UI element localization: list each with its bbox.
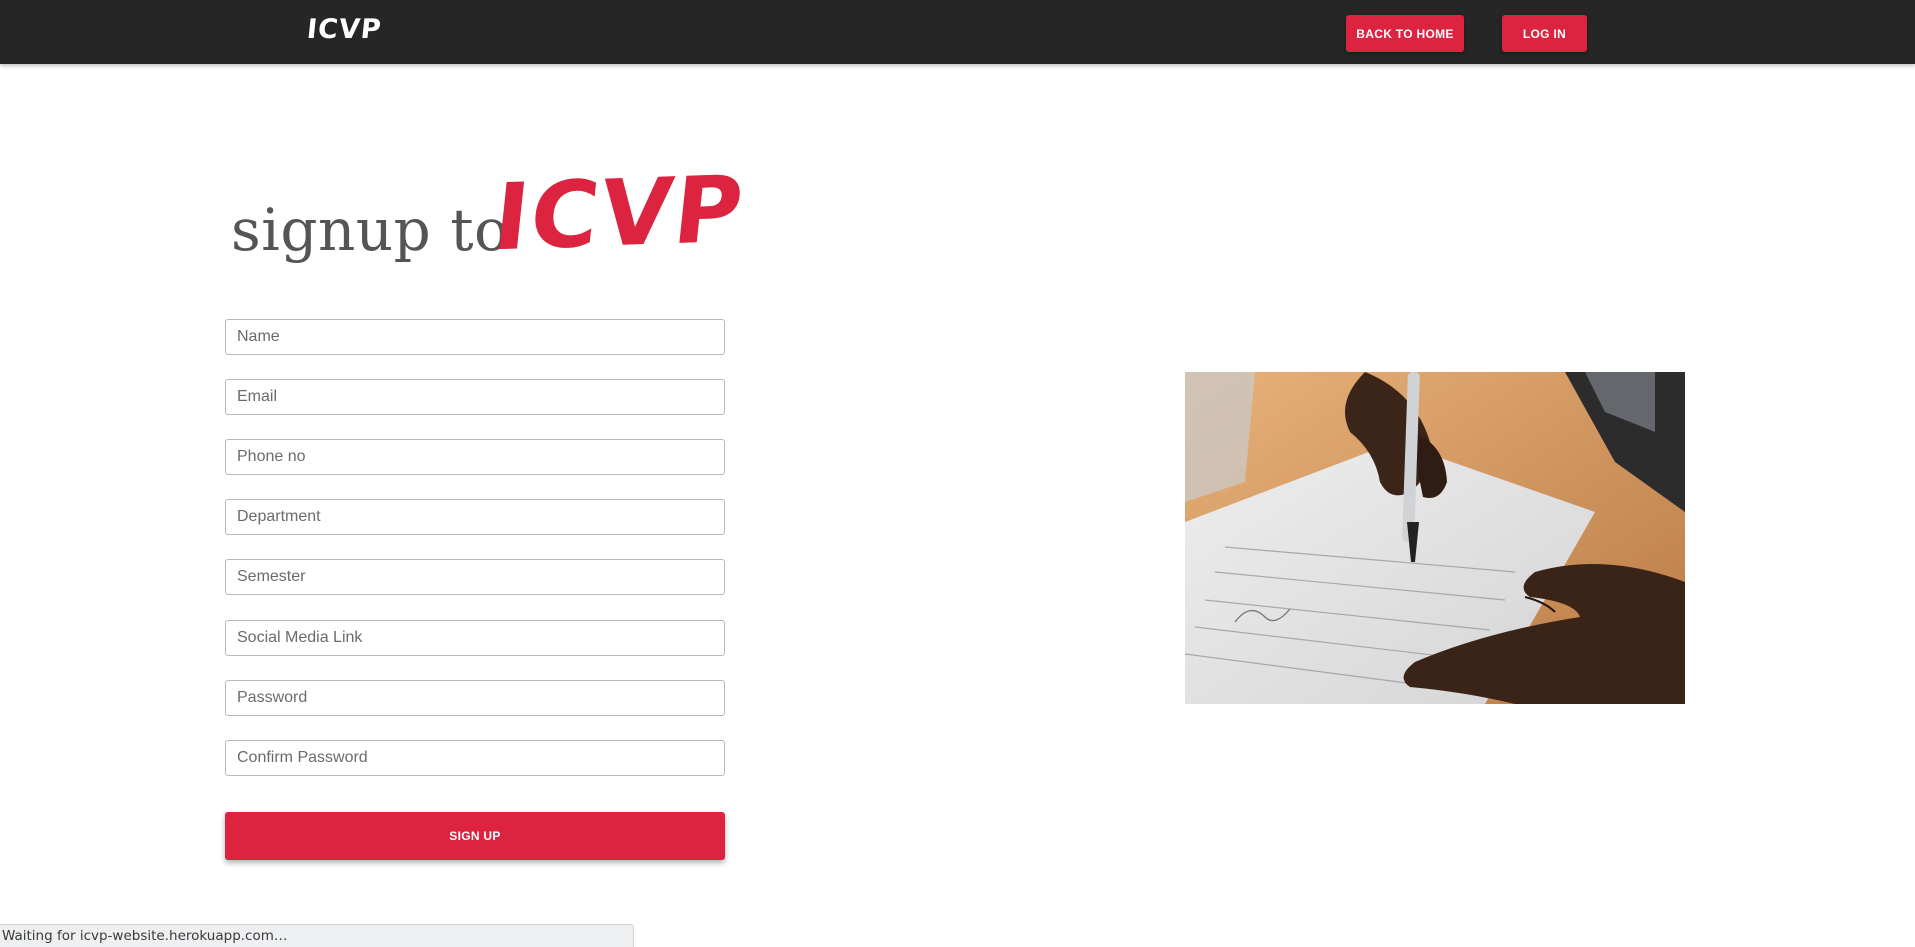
top-navbar: ICVP BACK TO HOME LOG IN <box>0 0 1915 64</box>
name-input[interactable] <box>225 319 725 355</box>
page-title-prefix: signup to <box>231 196 510 264</box>
semester-input[interactable] <box>225 559 725 595</box>
social-media-link-input[interactable] <box>225 620 725 656</box>
sign-up-button[interactable]: SIGN UP <box>225 812 725 860</box>
department-input[interactable] <box>225 499 725 535</box>
document-signing-illustration <box>1185 372 1685 704</box>
browser-status-bar: Waiting for icvp-website.herokuapp.com… <box>0 924 634 947</box>
log-in-button[interactable]: LOG IN <box>1502 15 1587 52</box>
navbar-logo[interactable]: ICVP <box>305 14 383 45</box>
document-signing-photo <box>1185 372 1685 704</box>
phone-input[interactable] <box>225 439 725 475</box>
password-input[interactable] <box>225 680 725 716</box>
page-title: signup to ICVP <box>231 156 751 276</box>
email-input[interactable] <box>225 379 725 415</box>
confirm-password-input[interactable] <box>225 740 725 776</box>
back-to-home-button[interactable]: BACK TO HOME <box>1346 15 1464 52</box>
page-title-brand: ICVP <box>488 155 750 272</box>
